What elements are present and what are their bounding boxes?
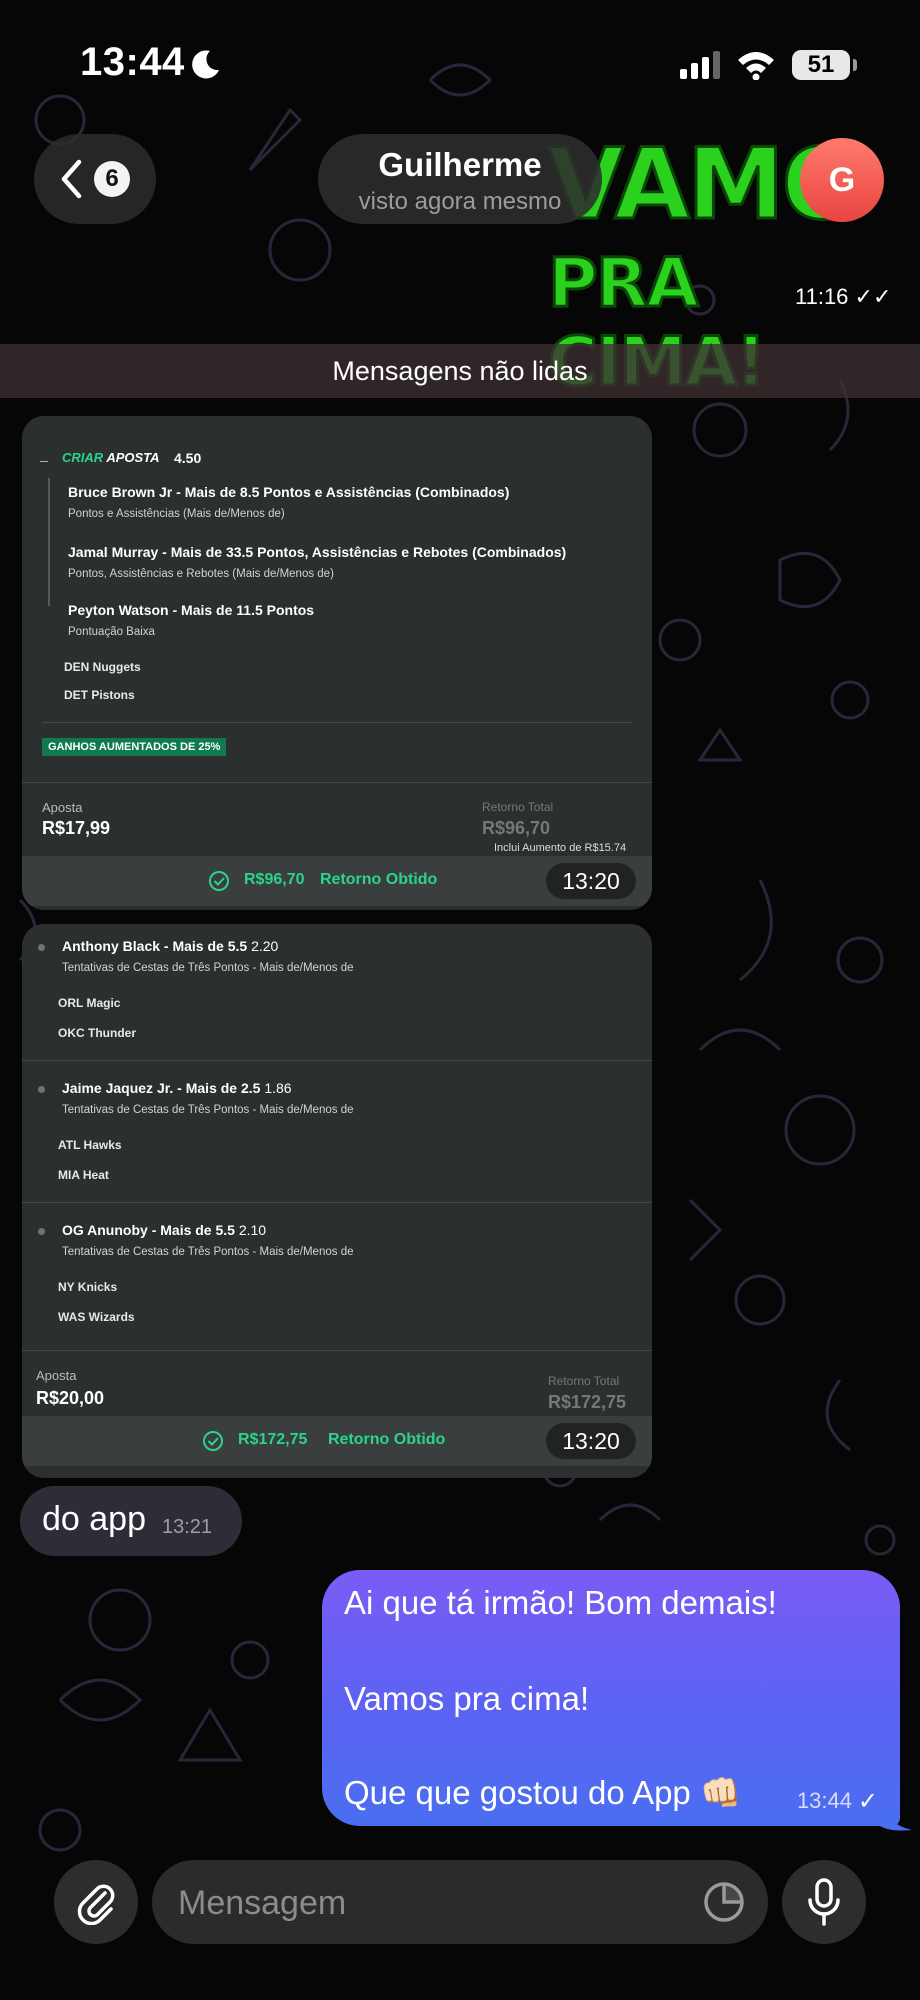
outgoing-message-bubble[interactable]: Ai que tá irmão! Bom demais! Vamos pra c… xyxy=(322,1570,900,1826)
leg-title-text: Anthony Black - Mais de 5.5 xyxy=(62,938,248,954)
divider xyxy=(22,1060,652,1061)
divider xyxy=(42,722,632,723)
voice-record-button[interactable] xyxy=(782,1860,866,1944)
leg-market: Tentativas de Cestas de Três Pontos - Ma… xyxy=(62,1246,354,1258)
leg-title: Bruce Brown Jr - Mais de 8.5 Pontos e As… xyxy=(68,484,510,500)
last-seen-status: visto agora mesmo xyxy=(358,188,562,215)
stake-value: R$17,99 xyxy=(42,818,111,838)
message-text: do app xyxy=(42,1500,146,1538)
bet-card-2[interactable]: Anthony Black - Mais de 5.5 2.20 Tentati… xyxy=(22,924,652,1478)
check-circle-icon xyxy=(203,1431,223,1451)
leg-title: Jamal Murray - Mais de 33.5 Pontos, Assi… xyxy=(68,544,567,560)
cashout-amount: R$96,70 xyxy=(244,871,305,888)
leg-bullet xyxy=(38,944,45,951)
unread-count-badge: 6 xyxy=(94,161,130,197)
leg-title: OG Anunoby - Mais de 5.5 2.10 xyxy=(62,1222,266,1238)
boost-note: Inclui Aumento de R$15.74 xyxy=(494,842,627,854)
leg-market: Pontos, Assistências e Rebotes (Mais de/… xyxy=(68,568,334,580)
wifi-icon xyxy=(738,52,774,80)
check-circle-icon xyxy=(209,871,229,891)
message-line: Que que gostou do App 👊🏻 xyxy=(344,1774,742,1811)
team-name: DEN Nuggets xyxy=(64,660,141,674)
team-name: OKC Thunder xyxy=(58,1026,136,1040)
microphone-icon xyxy=(808,1878,840,1926)
leg-title-text: OG Anunoby - Mais de 5.5 xyxy=(62,1222,235,1238)
cashout-amount: R$172,75 xyxy=(238,1431,308,1448)
team-name: DET Pistons xyxy=(64,688,135,702)
cashout-label: Retorno Obtido xyxy=(320,871,438,888)
stake-value: R$20,00 xyxy=(36,1388,105,1408)
leg-odds: 1.86 xyxy=(264,1080,292,1096)
incoming-message-bubble[interactable]: do app 13:21 xyxy=(20,1486,242,1556)
battery-indicator: 51 xyxy=(792,50,857,80)
chat-title[interactable]: Guilherme visto agora mesmo xyxy=(318,134,602,224)
chevron-left-icon xyxy=(61,159,82,199)
team-name: ORL Magic xyxy=(58,996,121,1010)
return-label: Retorno Total xyxy=(482,800,554,814)
return-label: Retorno Total xyxy=(548,1374,620,1388)
team-name: WAS Wizards xyxy=(58,1310,135,1324)
leg-title-text: Jaime Jaquez Jr. - Mais de 2.5 xyxy=(62,1080,261,1096)
cellular-signal-icon xyxy=(680,51,720,79)
leg-title: Jaime Jaquez Jr. - Mais de 2.5 1.86 xyxy=(62,1080,292,1096)
message-line: Vamos pra cima! xyxy=(344,1680,590,1717)
team-name: ATL Hawks xyxy=(58,1138,122,1152)
divider xyxy=(22,1350,652,1351)
leg-market: Pontuação Baixa xyxy=(68,626,155,638)
collapse-icon: – xyxy=(40,452,48,468)
double-check-icon: ✓✓ xyxy=(854,284,892,309)
message-timestamp: 13:44 xyxy=(796,1788,852,1813)
leg-market: Tentativas de Cestas de Três Pontos - Ma… xyxy=(62,1104,354,1116)
leg-title: Anthony Black - Mais de 5.5 2.20 xyxy=(62,938,278,954)
divider xyxy=(22,782,652,783)
cashout-label: Retorno Obtido xyxy=(328,1431,446,1448)
divider xyxy=(22,1202,652,1203)
message-line: Ai que tá irmão! Bom demais! xyxy=(344,1584,777,1621)
criar-label: CRIAR xyxy=(62,450,104,465)
message-timestamp: 13:21 xyxy=(162,1516,213,1538)
leg-market: Tentativas de Cestas de Três Pontos - Ma… xyxy=(62,962,354,974)
message-input-container[interactable] xyxy=(152,1860,768,1946)
return-value: R$172,75 xyxy=(548,1392,627,1412)
contact-name: Guilherme xyxy=(378,146,542,183)
aposta-label: APOSTA xyxy=(106,450,160,465)
avatar[interactable]: G xyxy=(800,138,884,222)
leg-bullet xyxy=(38,1228,45,1235)
cashout-footer: R$96,70 Retorno Obtido 13:20 xyxy=(22,856,652,906)
stake-label: Aposta xyxy=(36,1368,77,1383)
legs-connector xyxy=(48,478,50,606)
status-time: 13:44 xyxy=(80,40,185,84)
leg-market: Pontos e Assistências (Mais de/Menos de) xyxy=(68,508,285,520)
moon-icon xyxy=(192,50,219,79)
sticker-time-text: 11:16 xyxy=(795,284,849,309)
leg-odds: 2.20 xyxy=(251,938,279,954)
unread-messages-divider: Mensagens não lidas xyxy=(0,344,920,398)
back-button[interactable]: 6 xyxy=(34,134,156,224)
bet-card-1[interactable]: – CRIAR APOSTA 4.50 Bruce Brown Jr - Mai… xyxy=(22,416,652,910)
bubble-tail xyxy=(880,1800,912,1831)
team-name: MIA Heat xyxy=(58,1168,109,1182)
message-timestamp: 13:20 xyxy=(546,1423,636,1459)
leg-odds: 2.10 xyxy=(238,1222,267,1238)
stake-label: Aposta xyxy=(42,800,83,815)
message-timestamp: 13:20 xyxy=(546,863,636,899)
cashout-footer: R$172,75 Retorno Obtido 13:20 xyxy=(22,1416,652,1466)
combined-odds: 4.50 xyxy=(174,450,202,466)
sticker-timestamp: 11:16 ✓✓ xyxy=(795,284,891,310)
team-name: NY Knicks xyxy=(58,1280,118,1294)
message-input[interactable] xyxy=(176,1860,660,1946)
leg-title: Peyton Watson - Mais de 11.5 Pontos xyxy=(68,602,315,618)
promo-badge: GANHOS AUMENTADOS DE 25% xyxy=(42,738,227,756)
sticker-icon[interactable] xyxy=(702,1880,746,1924)
leg-bullet xyxy=(38,1086,45,1093)
bet-builder-label: CRIAR APOSTA xyxy=(62,450,160,465)
check-icon: ✓ xyxy=(857,1788,878,1815)
return-value: R$96,70 xyxy=(482,818,551,838)
attach-button[interactable] xyxy=(54,1860,138,1944)
paperclip-icon xyxy=(77,1884,115,1925)
